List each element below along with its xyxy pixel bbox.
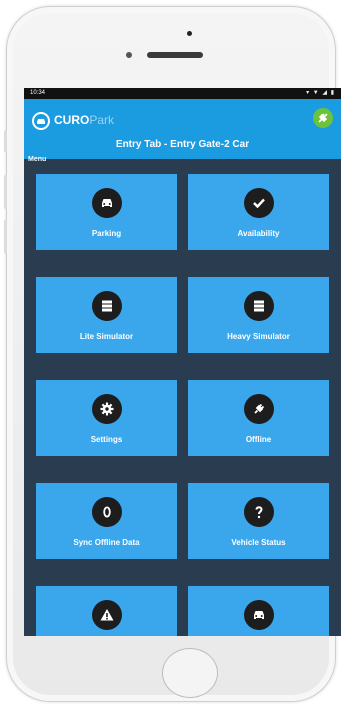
app-screen: 10:34 ▾ ▼ ◢ ▮ CUROPark Entry Tab - Entry… xyxy=(24,88,341,636)
tile-label: Heavy Simulator xyxy=(227,332,290,341)
tile-sync-offline-data[interactable]: Sync Offline Data xyxy=(36,483,177,559)
tile-label: Offline xyxy=(245,435,272,444)
home-button[interactable] xyxy=(162,648,218,698)
car-icon xyxy=(244,600,274,630)
check-icon xyxy=(244,188,274,218)
curopark-logo-icon xyxy=(32,112,50,130)
tile-warning[interactable] xyxy=(36,586,177,636)
tile-label: Parking xyxy=(91,229,122,238)
tile-settings[interactable]: Settings xyxy=(36,380,177,456)
tile-offline[interactable]: Offline xyxy=(188,380,329,456)
plug-icon xyxy=(318,113,328,123)
question-icon xyxy=(244,497,274,527)
tile-vehicle[interactable] xyxy=(188,586,329,636)
tile-label: Availability xyxy=(237,229,280,238)
front-camera xyxy=(187,31,192,36)
zero-icon xyxy=(92,497,122,527)
tile-label: Lite Simulator xyxy=(79,332,134,341)
brand-suffix: Park xyxy=(89,113,115,127)
server-icon xyxy=(92,291,122,321)
tile-label: Settings xyxy=(90,435,123,444)
gear-icon xyxy=(92,394,122,424)
earpiece-speaker xyxy=(147,52,203,58)
tile-parking[interactable]: Parking xyxy=(36,174,177,250)
tile-label: Sync Offline Data xyxy=(73,538,140,547)
status-icons: ▾ ▼ ◢ ▮ xyxy=(306,90,335,96)
volume-down-button xyxy=(4,220,7,254)
menu-label: Menu xyxy=(28,156,47,163)
silent-switch xyxy=(4,130,7,152)
tile-lite-simulator[interactable]: Lite Simulator xyxy=(36,277,177,353)
camera-lens xyxy=(126,52,132,58)
tile-label: Vehicle Status xyxy=(231,538,286,547)
tile-vehicle-status[interactable]: Vehicle Status xyxy=(188,483,329,559)
warning-icon xyxy=(92,600,122,630)
page-title: Entry Tab - Entry Gate-2 Car xyxy=(115,139,250,150)
app-brand: CUROPark xyxy=(54,113,114,127)
server-icon xyxy=(244,291,274,321)
status-time: 10:34 xyxy=(30,90,46,96)
tile-heavy-simulator[interactable]: Heavy Simulator xyxy=(188,277,329,353)
connection-status-button[interactable] xyxy=(313,108,333,128)
volume-up-button xyxy=(4,175,7,209)
brand-name: CURO xyxy=(54,113,90,127)
app-bar: CUROPark Entry Tab - Entry Gate-2 Car Me… xyxy=(24,99,341,163)
status-bar: 10:34 ▾ ▼ ◢ ▮ xyxy=(24,88,341,99)
car-icon xyxy=(92,188,122,218)
tile-availability[interactable]: Availability xyxy=(188,174,329,250)
plug-icon xyxy=(244,394,274,424)
